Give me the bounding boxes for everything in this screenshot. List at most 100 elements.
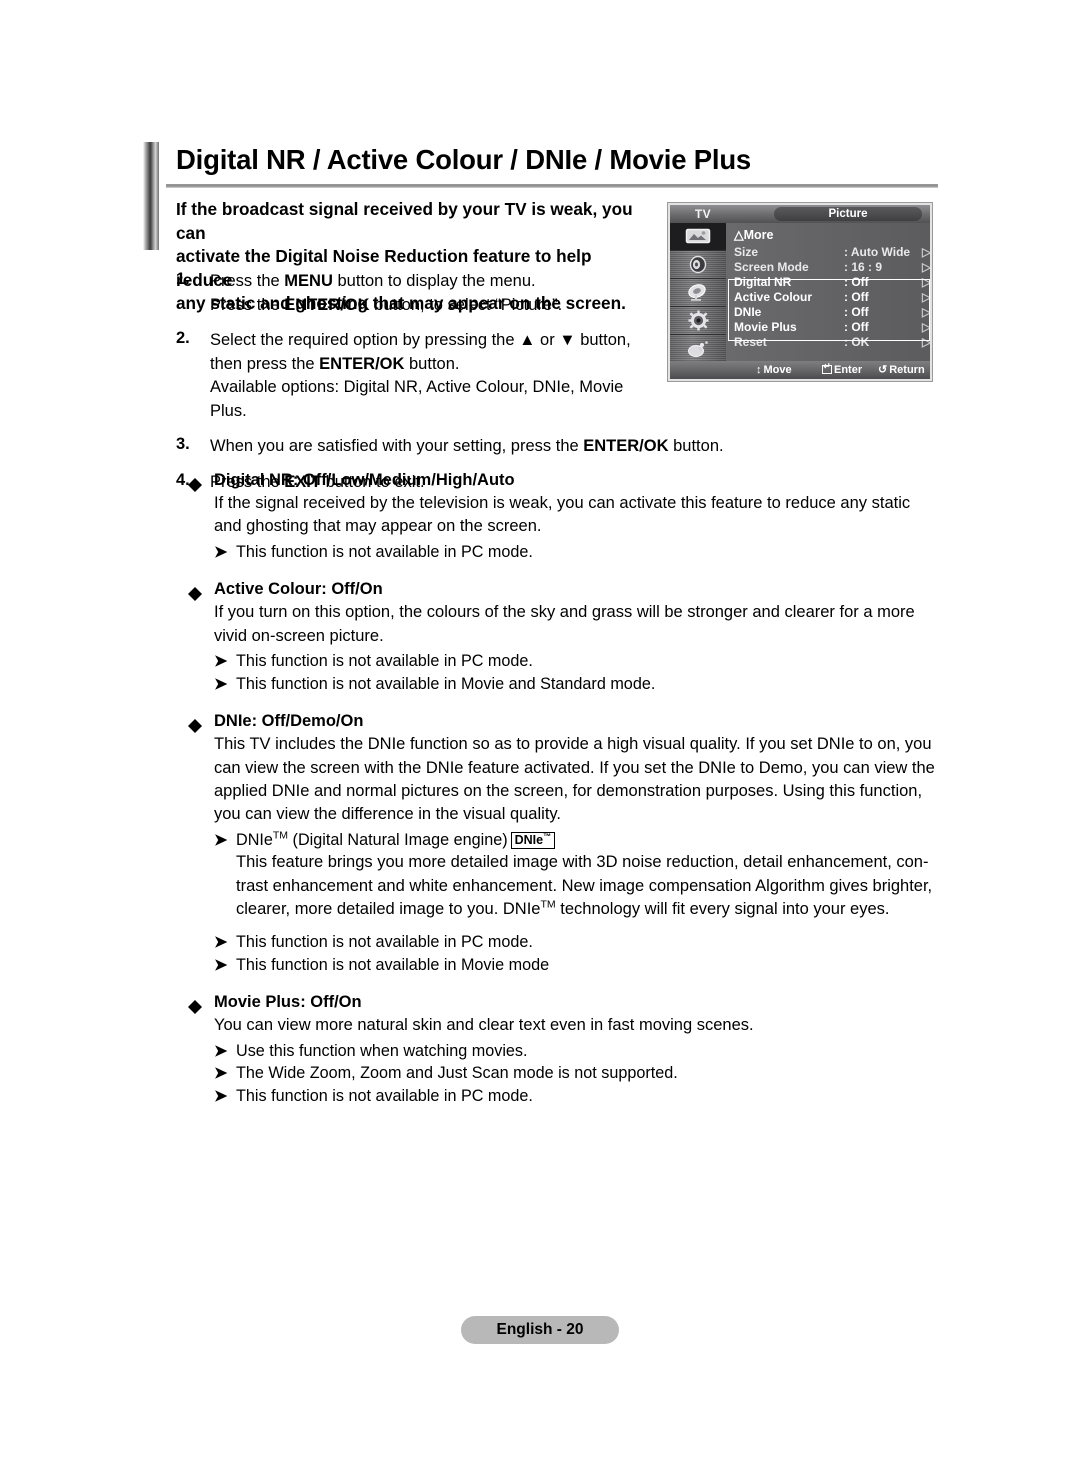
note-item: ➤ This function is not available in PC m…	[214, 1085, 940, 1108]
osd-footer-enter-label: Enter	[834, 364, 863, 376]
osd-footer-move-label: Move	[763, 364, 792, 376]
osd-row-digital-nr[interactable]: Digital NR : Off ▷	[726, 275, 930, 290]
osd-row-value: : OK	[844, 335, 870, 349]
note-item: ➤ Use this function when watching movies…	[214, 1040, 940, 1063]
step-text: When you are satisfied with your setting…	[210, 435, 736, 459]
setup-icon	[688, 310, 709, 331]
section-movie-plus: Movie Plus: Off/On You can view more nat…	[188, 990, 940, 1107]
chevron-right-icon: ▷	[922, 335, 932, 349]
step-2-line2-post: button.	[404, 354, 460, 373]
osd-row-value: : 16 : 9	[844, 260, 883, 274]
step-2: 2. Select the required option by pressin…	[176, 329, 736, 423]
step-2-line1: Select the required option by pressing t…	[210, 331, 631, 349]
section-body: You can view more natural skin and clear…	[214, 1016, 754, 1035]
step-1-line1-pre: Press the	[210, 272, 285, 290]
step-number: 1.	[176, 270, 190, 288]
arrow-bullet-icon: ➤	[214, 542, 228, 561]
osd-sidebar-item-channel[interactable]	[670, 279, 726, 307]
osd-row-screen-mode[interactable]: Screen Mode : 16 : 9 ▷	[726, 260, 930, 275]
osd-row-value: : Auto Wide	[844, 245, 911, 259]
osd-row-active-colour[interactable]: Active Colour : Off ▷	[726, 290, 930, 305]
section-heading: Digital NR: Off/Low/Medium/High/Auto	[188, 468, 940, 492]
osd-sidebar-item-input[interactable]	[670, 335, 726, 363]
note-item: ➤ This function is not available in Movi…	[214, 673, 940, 696]
note-item-trademark: ➤ DNIeTM (Digital Natural Image engine) D…	[214, 829, 940, 852]
trademark-prefix: DNIe	[236, 830, 273, 849]
trademark-body-b: technology will fit every signal into yo…	[555, 900, 890, 919]
diamond-bullet-icon	[188, 712, 202, 734]
step-3: 3. When you are satisfied with your sett…	[176, 435, 736, 459]
osd-row-label: Screen Mode	[734, 260, 809, 274]
diamond-bullet-icon	[188, 471, 202, 492]
arrow-bullet-icon: ➤	[214, 652, 228, 671]
step-2-line2-bold: ENTER/OK	[319, 354, 405, 373]
osd-row-reset[interactable]: Reset : OK ▷	[726, 335, 930, 350]
step-number: 2.	[176, 329, 190, 347]
intro-line-1: If the broadcast signal received by your…	[176, 199, 633, 243]
step-3-line1-pre: When you are satisfied with your setting…	[210, 437, 584, 455]
note-text: Use this function when watching movies.	[236, 1041, 528, 1060]
osd-sidebar-item-sound[interactable]	[670, 251, 726, 279]
osd-footer-return[interactable]: ↺ Return	[878, 361, 925, 379]
sound-icon	[688, 255, 708, 274]
arrow-bullet-icon: ➤	[214, 1041, 228, 1060]
step-1-line2-post: button, to select “Picture”.	[369, 295, 563, 314]
note-text: This function is not available in Movie …	[236, 674, 656, 693]
chevron-right-icon: ▷	[922, 290, 932, 304]
picture-icon	[685, 228, 711, 245]
note-text: This function is not available in Movie …	[236, 955, 550, 974]
step-1-line2-pre: Press the	[210, 295, 285, 314]
note-text: The Wide Zoom, Zoom and Just Scan mode i…	[236, 1064, 678, 1083]
step-text: Select the required option by pressing t…	[210, 329, 640, 423]
osd-row-dnie[interactable]: DNIe : Off ▷	[726, 305, 930, 320]
trademark-sup: TM	[272, 829, 289, 842]
osd-row-value: : Off	[844, 275, 869, 289]
section-dnie: DNIe: Off/Demo/On This TV includes the D…	[188, 709, 940, 976]
osd-sidebar-item-setup[interactable]	[670, 307, 726, 335]
page-title: Digital NR / Active Colour / DNIe / Movi…	[176, 144, 752, 175]
step-1: 1. Press the MENU button to display the …	[176, 270, 736, 317]
section-heading: Movie Plus: Off/On	[188, 990, 940, 1015]
title-accent-bar	[143, 142, 159, 250]
step-1-line2-bold: ENTER/OK	[284, 295, 370, 314]
chevron-right-icon: ▷	[922, 305, 932, 319]
channel-icon	[686, 283, 710, 302]
section-notes: ➤ This function is not available in PC m…	[188, 650, 940, 695]
osd-footer-move[interactable]: ↕ Move	[756, 361, 792, 379]
page-footer-label: English - 20	[461, 1316, 619, 1344]
osd-row-value: : Off	[844, 290, 869, 304]
section-heading: DNIe: Off/Demo/On	[188, 709, 940, 734]
step-1-line1-bold: MENU	[284, 272, 333, 290]
dnie-badge-sup: ™	[543, 831, 552, 841]
diamond-bullet-icon	[188, 580, 202, 602]
section-notes: ➤ Use this function when watching movies…	[188, 1040, 940, 1108]
tv-osd-screenshot: TV Picture △More Size: Auto Wide ▷ Scre…	[668, 203, 932, 381]
section-body: If you turn on this option, the colours …	[214, 603, 915, 645]
osd-footer-enter[interactable]: Enter	[822, 361, 862, 379]
arrow-bullet-icon: ➤	[214, 933, 228, 952]
dnie-badge-text: DNIe	[514, 832, 544, 847]
osd-row-label: Movie Plus	[734, 320, 797, 334]
note-text: This function is not available in PC mod…	[236, 933, 533, 952]
osd-menu-title: Picture	[774, 207, 922, 221]
enter-key-icon	[822, 362, 832, 374]
step-number: 3.	[176, 435, 190, 453]
note-text: This function is not available in PC mod…	[236, 542, 533, 561]
section-notes: ➤ This function is not available in PC m…	[188, 931, 940, 976]
osd-row-size[interactable]: Size : Auto Wide ▷	[726, 245, 930, 260]
note-item: ➤ This function is not available in Movi…	[214, 954, 940, 977]
osd-more-label: △More	[734, 228, 774, 242]
step-text: Press the MENU button to display the men…	[210, 270, 640, 317]
feature-sections: Digital NR: Off/Low/Medium/High/Auto If …	[188, 468, 940, 1109]
chevron-right-icon: ▷	[922, 245, 932, 259]
section-body: This TV includes the DNIe function so as…	[214, 735, 935, 824]
osd-row-value: : Off	[844, 305, 869, 319]
osd-sidebar-item-picture[interactable]	[670, 223, 726, 251]
section-notes-trademark: ➤ DNIeTM (Digital Natural Image engine) D…	[188, 829, 940, 922]
arrow-bullet-icon: ➤	[214, 1064, 228, 1083]
step-3-line1-post: button.	[668, 437, 724, 455]
return-arrow-icon: ↺	[878, 364, 888, 376]
osd-row-movie-plus[interactable]: Movie Plus : Off ▷	[726, 320, 930, 335]
note-item: ➤ This function is not available in PC m…	[214, 650, 940, 673]
